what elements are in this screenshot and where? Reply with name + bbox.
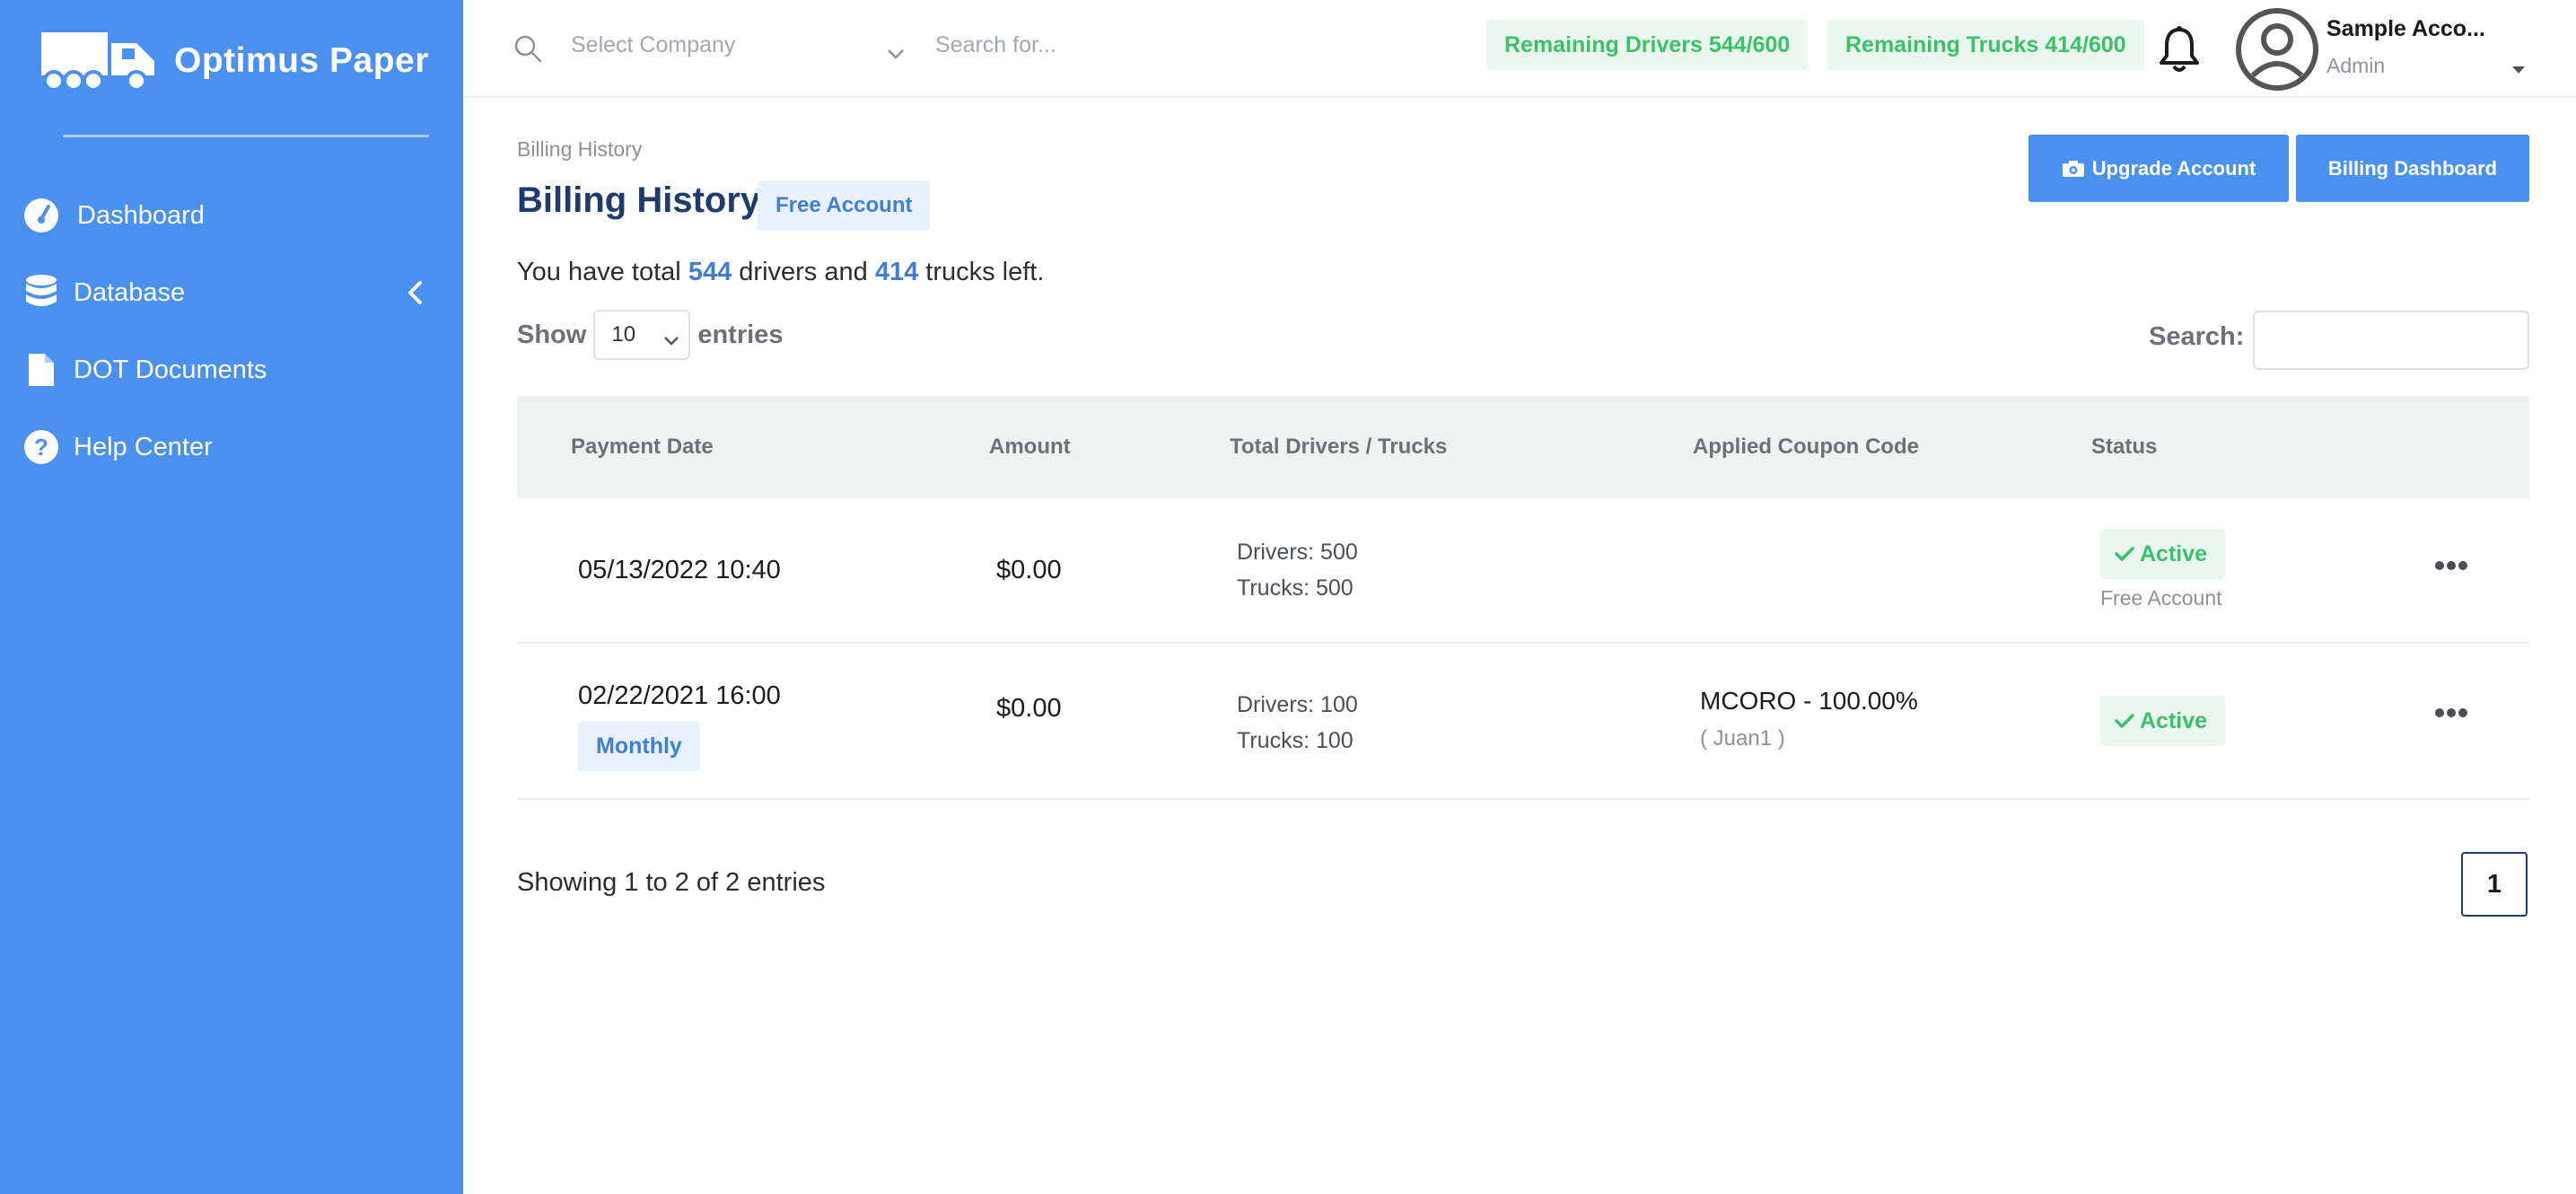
show-label: Show xyxy=(517,320,587,349)
payment-date: 02/22/2021 16:00 xyxy=(578,681,781,710)
drivers-count: Drivers: 100 xyxy=(1237,692,1358,717)
user-avatar-icon[interactable] xyxy=(2235,7,2319,92)
sidebar-item-label: Help Center xyxy=(74,432,213,461)
column-header-coupon-code[interactable]: Applied Coupon Code xyxy=(1693,396,1919,498)
sidebar-item-dashboard[interactable]: Dashboard xyxy=(22,189,443,242)
summary-middle: drivers and xyxy=(739,258,868,286)
summary-trucks-count: 414 xyxy=(874,258,919,286)
pagination-page-1[interactable]: 1 xyxy=(2461,852,2528,917)
plan-badge: Monthly xyxy=(578,721,700,771)
remaining-trucks-badge: Remaining Trucks 414/600 xyxy=(1827,20,2144,70)
sidebar-item-dot-documents[interactable]: DOT Documents xyxy=(22,343,443,397)
billing-dashboard-button[interactable]: Billing Dashboard xyxy=(2296,135,2529,202)
status-badge: Active xyxy=(2100,529,2226,579)
chevron-left-icon[interactable] xyxy=(406,280,424,312)
status-label: Active xyxy=(2140,540,2208,566)
coupon-code: MCORO - 100.00% xyxy=(1700,687,1918,715)
database-icon xyxy=(22,273,61,312)
table-search-input[interactable] xyxy=(2253,311,2529,370)
billing-dashboard-label: Billing Dashboard xyxy=(2327,156,2498,180)
top-search-input[interactable] xyxy=(935,32,1205,58)
table-row: 05/13/2022 10:40 $0.00 Drivers: 500 Truc… xyxy=(517,498,2529,644)
summary-suffix: trucks left. xyxy=(925,258,1045,286)
remaining-drivers-badge: Remaining Drivers 544/600 xyxy=(1486,20,1809,70)
question-circle-icon: ? xyxy=(22,427,61,467)
table-row: 02/22/2021 16:00 Monthly $0.00 Drivers: … xyxy=(517,644,2529,800)
column-header-status[interactable]: Status xyxy=(2091,396,2157,498)
more-options-icon[interactable] xyxy=(2434,559,2468,575)
chevron-down-icon xyxy=(887,40,905,66)
billing-history-table: Payment Date Amount Total Drivers / Truc… xyxy=(517,396,2529,800)
check-icon xyxy=(2115,714,2134,728)
sidebar: Optimus Paper Dashboard Database DOT Doc… xyxy=(0,0,463,1194)
drivers-count: Drivers: 500 xyxy=(1237,540,1358,565)
search-icon xyxy=(513,34,542,67)
coupon-user: ( Juan1 ) xyxy=(1700,726,1785,751)
page-title: Billing History xyxy=(517,180,761,220)
status-badge: Active xyxy=(2100,696,2226,746)
amount: $0.00 xyxy=(996,556,1062,584)
table-search-label: Search: xyxy=(2149,322,2245,351)
entries-label: entries xyxy=(697,320,784,349)
account-type-badge: Free Account xyxy=(758,180,931,231)
camera-icon xyxy=(2062,160,2084,177)
dashboard-gauge-icon xyxy=(22,196,61,235)
svg-text:?: ? xyxy=(34,434,48,461)
summary-prefix: You have total xyxy=(517,258,681,286)
upgrade-account-button[interactable]: Upgrade Account xyxy=(2028,135,2289,202)
trucks-count: Trucks: 500 xyxy=(1237,575,1354,601)
user-name[interactable]: Sample Acco... xyxy=(2326,16,2485,42)
more-options-icon[interactable] xyxy=(2434,707,2468,723)
status-label: Active xyxy=(2140,707,2208,733)
check-icon xyxy=(2115,547,2134,561)
company-select[interactable]: Select Company xyxy=(571,32,905,68)
sidebar-item-label: DOT Documents xyxy=(74,355,267,384)
status-subtext: Free Account xyxy=(2100,586,2222,610)
column-header-drivers-trucks[interactable]: Total Drivers / Trucks xyxy=(1230,396,1447,498)
brand-name: Optimus Paper xyxy=(174,41,429,80)
company-select-placeholder: Select Company xyxy=(571,32,736,57)
sidebar-item-help-center[interactable]: ? Help Center xyxy=(22,420,443,474)
entries-length-control: Show 10 entries xyxy=(517,310,783,360)
brand-logo[interactable]: Optimus Paper xyxy=(39,31,429,92)
table-header: Payment Date Amount Total Drivers / Truc… xyxy=(517,396,2529,498)
payment-date: 05/13/2022 10:40 xyxy=(578,556,781,584)
summary-drivers-count: 544 xyxy=(688,258,732,286)
sidebar-item-label: Database xyxy=(74,277,186,307)
caret-down-icon[interactable] xyxy=(2511,63,2526,79)
column-header-amount[interactable]: Amount xyxy=(989,396,1071,498)
sidebar-item-label: Dashboard xyxy=(77,200,205,230)
pagination-info: Showing 1 to 2 of 2 entries xyxy=(517,868,826,897)
breadcrumb[interactable]: Billing History xyxy=(517,137,642,162)
upgrade-account-label: Upgrade Account xyxy=(2091,156,2256,180)
document-icon xyxy=(22,350,61,390)
truck-logo-icon xyxy=(41,32,154,92)
amount: $0.00 xyxy=(996,694,1062,723)
column-header-payment-date[interactable]: Payment Date xyxy=(571,396,714,498)
entries-select-value: 10 xyxy=(611,322,636,347)
usage-summary: You have total 544 drivers and 414 truck… xyxy=(517,258,1044,287)
sidebar-item-database[interactable]: Database xyxy=(22,266,443,320)
notification-bell-icon[interactable] xyxy=(2158,25,2201,78)
topbar: Select Company Remaining Drivers 544/600… xyxy=(463,0,2576,98)
chevron-down-icon xyxy=(663,328,679,353)
trucks-count: Trucks: 100 xyxy=(1237,728,1354,753)
sidebar-divider xyxy=(63,135,429,137)
user-role: Admin xyxy=(2326,54,2386,77)
entries-per-page-select[interactable]: 10 xyxy=(593,310,691,360)
